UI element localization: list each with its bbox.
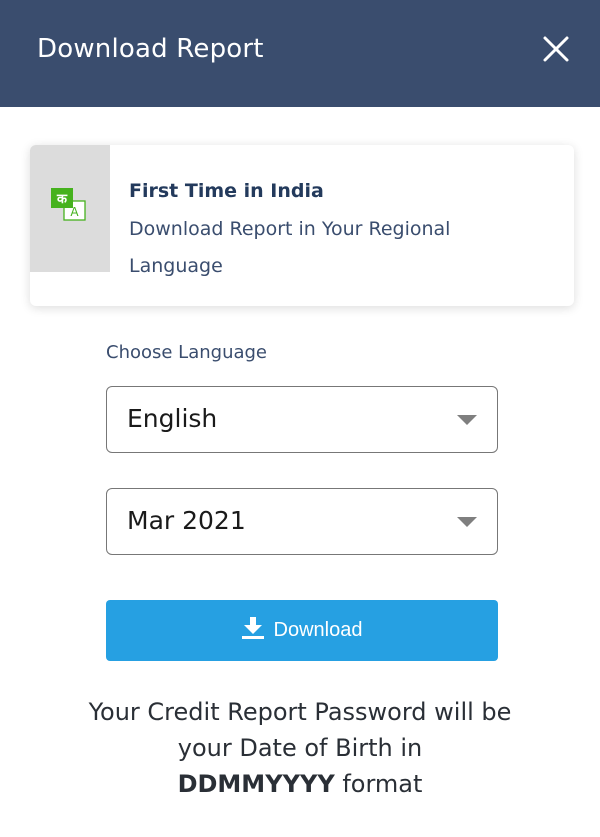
- regional-language-banner: A क First Time in India Download Report …: [30, 145, 574, 306]
- report-period-select-value: Mar 2021: [127, 506, 246, 535]
- translate-icon-primary-glyph: क: [56, 192, 68, 207]
- banner-icon-box: A क: [30, 145, 110, 272]
- close-button[interactable]: [536, 29, 576, 69]
- download-button[interactable]: Download: [106, 600, 498, 661]
- banner-description: Download Report in Your Regional Languag…: [129, 218, 451, 277]
- chevron-down-icon: [457, 517, 477, 527]
- page-title: Download Report: [37, 34, 264, 64]
- chevron-down-icon: [457, 415, 477, 425]
- download-icon: [241, 616, 264, 639]
- language-select[interactable]: English: [106, 386, 498, 453]
- language-label: Choose Language: [106, 342, 268, 363]
- download-button-label: Download: [273, 619, 363, 641]
- report-period-select[interactable]: Mar 2021: [106, 488, 498, 555]
- password-format: DDMMYYYY: [177, 770, 335, 798]
- banner-title: First Time in India: [129, 180, 324, 202]
- password-note: Your Credit Report Password will be your…: [60, 694, 540, 802]
- close-icon: [543, 36, 569, 62]
- translate-icon: A क: [51, 188, 86, 221]
- language-select-value: English: [127, 404, 218, 433]
- password-note-suffix: format: [342, 770, 423, 798]
- header-bar: Download Report: [0, 0, 600, 107]
- password-note-text: Your Credit Report Password will be your…: [88, 698, 512, 762]
